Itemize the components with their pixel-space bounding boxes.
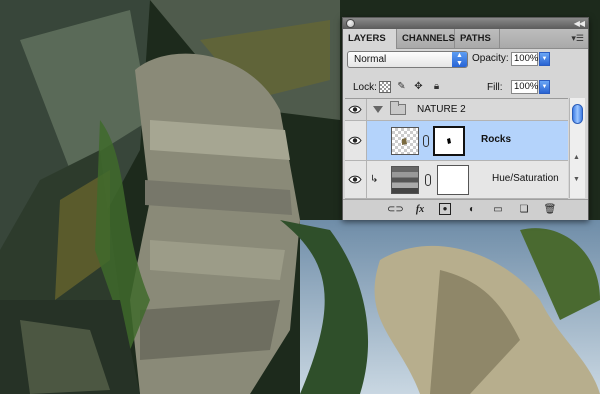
lock-position-icon[interactable]: ✥ xyxy=(413,81,424,92)
tab-channels[interactable]: CHANNELS xyxy=(397,29,455,48)
visibility-toggle[interactable] xyxy=(345,161,367,198)
blend-row: Normal ▲ ▼ Opacity: 100% ▼ xyxy=(343,51,588,71)
trash-icon[interactable]: 🗑︎ xyxy=(543,203,557,216)
close-panel-button[interactable] xyxy=(346,19,355,28)
lock-transparency-icon[interactable] xyxy=(379,81,391,93)
layers-scrollbar[interactable]: ▲ ▼ xyxy=(569,98,585,198)
panel-titlebar[interactable]: ◀◀ xyxy=(343,18,588,29)
eye-icon xyxy=(348,136,362,145)
link-icon[interactable] xyxy=(425,174,431,186)
panel-menu-icon[interactable]: ▾☰ xyxy=(571,33,584,43)
link-layers-icon[interactable]: ⊂⊃ xyxy=(387,203,404,216)
new-group-icon[interactable]: ▭ xyxy=(491,203,505,216)
layer-style-icon[interactable]: fx xyxy=(413,203,427,216)
scroll-thumb[interactable] xyxy=(572,104,583,124)
fx-label: fx xyxy=(415,204,425,215)
adjustment-layer-icon[interactable]: ◐ xyxy=(465,203,479,216)
new-layer-icon[interactable]: ❏ xyxy=(517,203,531,216)
lock-label: Lock: xyxy=(353,82,377,93)
opacity-label: Opacity: xyxy=(472,53,509,64)
tab-layers[interactable]: LAYERS xyxy=(343,29,397,49)
visibility-toggle[interactable] xyxy=(345,99,367,120)
link-icon[interactable] xyxy=(423,135,429,147)
layer-hue-saturation[interactable]: ↳ Hue/Saturation xyxy=(345,161,568,199)
lock-row: Lock: ✎ ✥ 🔒︎ Fill: 100% ▼ xyxy=(343,78,588,98)
fill-field[interactable]: 100% xyxy=(511,80,538,94)
scroll-down-icon[interactable]: ▼ xyxy=(573,176,580,183)
rock-thumbnail-icon xyxy=(402,138,407,145)
layer-name: NATURE 2 xyxy=(417,104,466,115)
layer-mask-thumbnail[interactable] xyxy=(437,165,469,195)
layers-list: NATURE 2 Rocks ↳ Hue/Saturation xyxy=(345,98,568,199)
tab-paths[interactable]: PATHS xyxy=(455,29,500,48)
blend-mode-value: Normal xyxy=(354,54,387,65)
fill-label: Fill: xyxy=(487,82,503,93)
eye-icon xyxy=(348,105,362,114)
opacity-dropdown-icon[interactable]: ▼ xyxy=(539,52,550,66)
fill-dropdown-icon[interactable]: ▼ xyxy=(539,80,550,94)
mask-shape-icon xyxy=(447,138,451,144)
layer-group-nature-2[interactable]: NATURE 2 xyxy=(345,99,568,121)
layers-panel: ◀◀ LAYERS CHANNELS PATHS ▾☰ Normal ▲ ▼ Op… xyxy=(342,17,589,220)
lock-paint-icon[interactable]: ✎ xyxy=(396,81,407,92)
layer-thumbnail[interactable] xyxy=(391,127,419,155)
opacity-field[interactable]: 100% xyxy=(511,52,538,66)
scroll-up-icon[interactable]: ▲ xyxy=(573,154,580,161)
eye-icon xyxy=(348,175,362,184)
visibility-toggle[interactable] xyxy=(345,121,367,160)
layer-mask-thumbnail[interactable] xyxy=(433,126,465,156)
add-mask-icon[interactable]: ● xyxy=(439,203,451,215)
folder-icon xyxy=(390,101,406,115)
adjustment-thumbnail-icon[interactable] xyxy=(391,166,419,194)
panel-tabs: LAYERS CHANNELS PATHS ▾☰ xyxy=(343,29,588,49)
blend-mode-select[interactable]: Normal ▲ ▼ xyxy=(347,51,468,68)
lock-all-icon[interactable]: 🔒︎ xyxy=(431,81,442,92)
clipping-arrow-icon: ↳ xyxy=(370,174,379,185)
collapse-panel-icon[interactable]: ◀◀ xyxy=(574,18,585,29)
expand-arrow-icon[interactable] xyxy=(373,106,383,113)
blend-mode-arrows-icon[interactable]: ▲ ▼ xyxy=(452,52,467,67)
layers-toolbar: ⊂⊃ fx ● ◐ ▭ ❏ 🗑︎ xyxy=(343,199,588,220)
layer-rocks[interactable]: Rocks xyxy=(345,121,568,161)
layer-name: Rocks xyxy=(481,134,512,145)
layer-name: Hue/Saturation xyxy=(492,173,559,184)
